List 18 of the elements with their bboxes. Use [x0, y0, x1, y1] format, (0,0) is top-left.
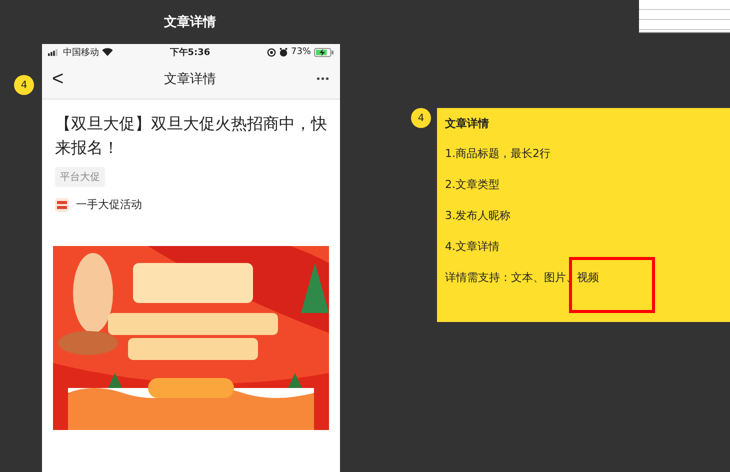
- nav-title: 文章详情: [164, 71, 216, 88]
- carrier-name: 中国移动: [63, 46, 99, 58]
- author-name: 一手大促活动: [76, 197, 142, 212]
- number-badge: 4: [411, 108, 431, 128]
- battery-percent: 73%: [290, 47, 311, 57]
- note-heading: 文章详情: [445, 116, 490, 131]
- number-badge: 4: [14, 75, 34, 95]
- back-button[interactable]: <: [52, 68, 64, 90]
- note-line: 详情需支持：文本、图片、视频: [445, 270, 600, 285]
- note-line: 2.文章类型: [445, 177, 500, 192]
- status-time: 下午5:36: [170, 46, 210, 58]
- article-title: 【双旦大促】双旦大促火热招商中，快来报名！: [55, 113, 327, 159]
- note-line: 4.文章详情: [445, 239, 500, 254]
- note-line: 1.商品标题，最长2行: [445, 146, 552, 161]
- page-title: 文章详情: [164, 14, 216, 31]
- more-button[interactable]: •••: [316, 74, 330, 84]
- article-tag: 平台大促: [55, 167, 105, 187]
- note-line: 3.发布人昵称: [445, 208, 512, 223]
